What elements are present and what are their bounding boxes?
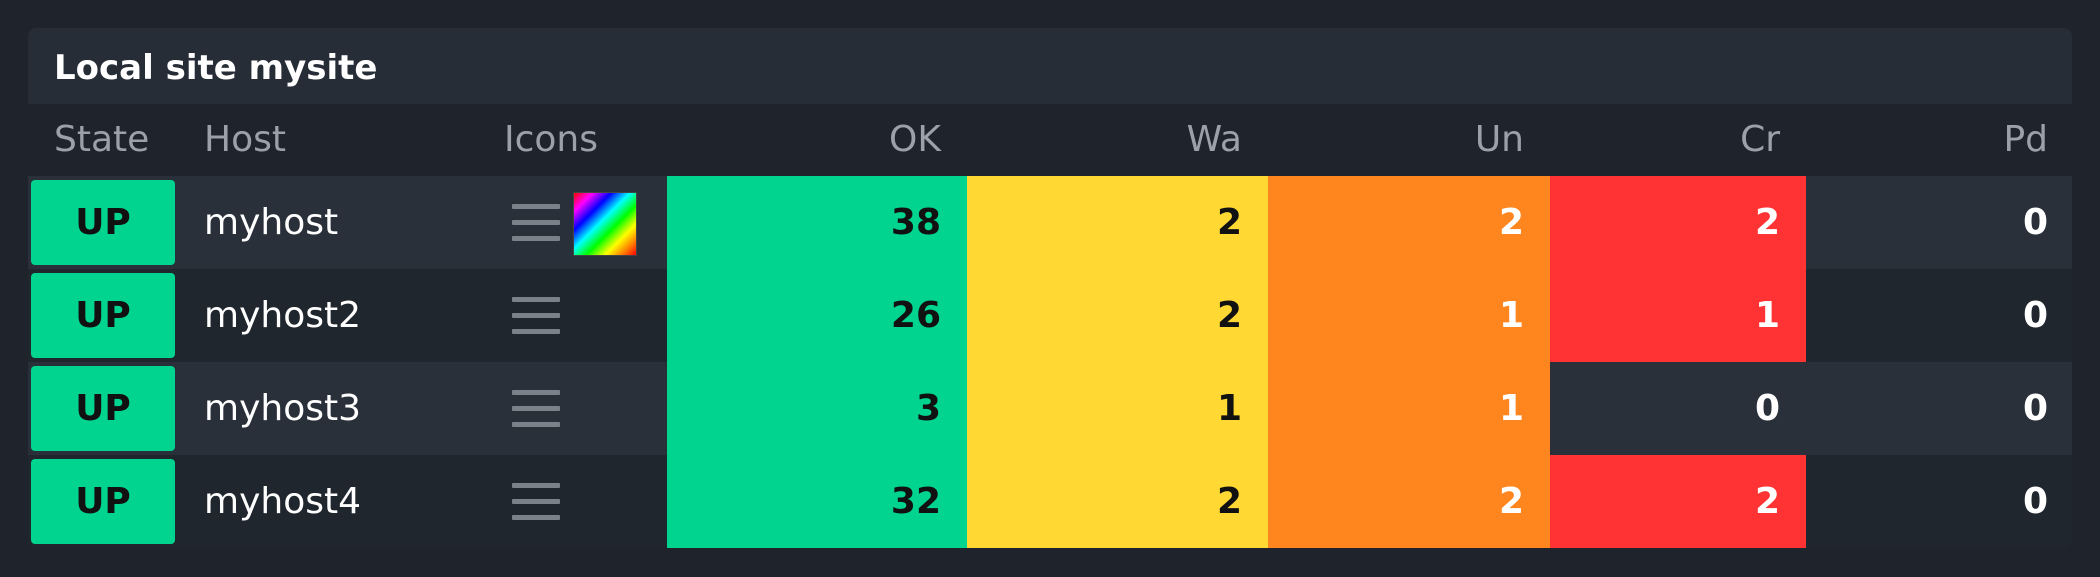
dashlet-title: Local site mysite (54, 48, 378, 88)
pending-count[interactable]: 0 (1806, 362, 2072, 455)
table-row: UP myhost4 32 2 2 2 0 (28, 455, 2072, 548)
rainbow-icon[interactable] (573, 192, 637, 256)
warn-count[interactable]: 2 (967, 176, 1268, 269)
column-header-crit[interactable]: Cr (1550, 104, 1780, 176)
pending-count[interactable]: 0 (1806, 455, 2072, 548)
ok-count[interactable]: 32 (667, 455, 967, 548)
warn-count[interactable]: 2 (967, 269, 1268, 362)
menu-icon[interactable] (512, 204, 560, 242)
unknown-count[interactable]: 1 (1268, 269, 1550, 362)
crit-count[interactable]: 2 (1550, 176, 1806, 269)
ok-count[interactable]: 26 (667, 269, 967, 362)
column-header-icons: Icons (504, 119, 599, 160)
host-table: State Host Icons OK Wa Un Cr Pd UP myhos… (28, 104, 2072, 549)
column-header-warn[interactable]: Wa (967, 104, 1242, 176)
column-header-ok[interactable]: OK (667, 104, 941, 176)
table-row: UP myhost2 26 2 1 1 0 (28, 269, 2072, 362)
host-state-badge[interactable]: UP (31, 366, 175, 451)
crit-count[interactable]: 0 (1550, 362, 1806, 455)
unknown-count[interactable]: 2 (1268, 455, 1550, 548)
host-name-link[interactable]: myhost (204, 176, 338, 269)
site-overview-dashlet: Local site mysite State Host Icons OK Wa… (28, 28, 2072, 549)
host-name-link[interactable]: myhost2 (204, 269, 361, 362)
crit-count[interactable]: 2 (1550, 455, 1806, 548)
column-header-unknown[interactable]: Un (1268, 104, 1524, 176)
unknown-count[interactable]: 1 (1268, 362, 1550, 455)
crit-count[interactable]: 1 (1550, 269, 1806, 362)
ok-count[interactable]: 38 (667, 176, 967, 269)
column-header-state[interactable]: State (54, 104, 149, 176)
column-header-host[interactable]: Host (204, 104, 286, 176)
warn-count[interactable]: 1 (967, 362, 1268, 455)
column-header-pending[interactable]: Pd (1806, 104, 2048, 176)
pending-count[interactable]: 0 (1806, 176, 2072, 269)
host-name-link[interactable]: myhost4 (204, 455, 361, 548)
host-state-badge[interactable]: UP (31, 180, 175, 265)
menu-icon[interactable] (512, 483, 560, 521)
table-row: UP myhost 38 2 2 2 0 (28, 176, 2072, 269)
warn-count[interactable]: 2 (967, 455, 1268, 548)
host-name-link[interactable]: myhost3 (204, 362, 361, 455)
menu-icon[interactable] (512, 297, 560, 335)
unknown-count[interactable]: 2 (1268, 176, 1550, 269)
ok-count[interactable]: 3 (667, 362, 967, 455)
pending-count[interactable]: 0 (1806, 269, 2072, 362)
table-row: UP myhost3 3 1 1 0 0 (28, 362, 2072, 455)
host-state-badge[interactable]: UP (31, 273, 175, 358)
menu-icon[interactable] (512, 390, 560, 428)
host-state-badge[interactable]: UP (31, 459, 175, 544)
